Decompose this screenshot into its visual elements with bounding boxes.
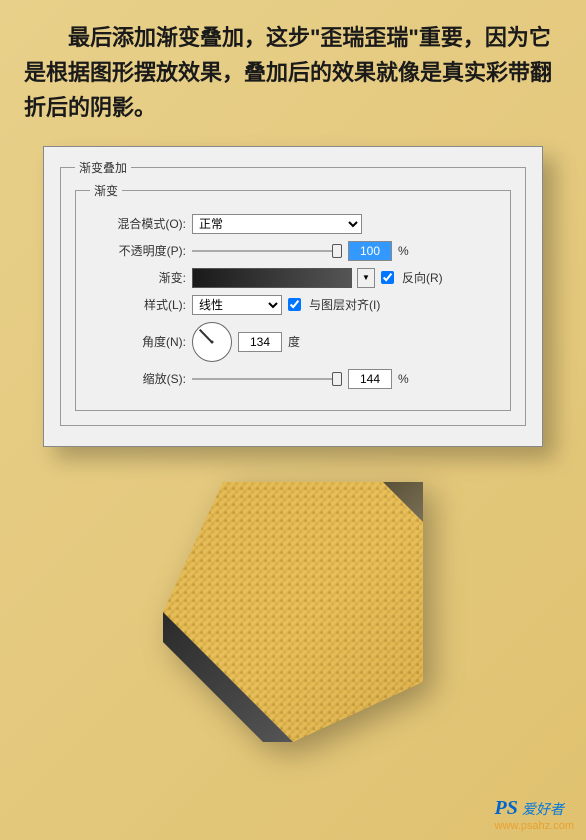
angle-dial[interactable] — [192, 322, 232, 362]
outer-legend: 渐变叠加 — [75, 159, 131, 176]
watermark: PS 爱好者 www.psahz.com — [495, 797, 574, 832]
style-select[interactable]: 线性 — [192, 295, 282, 315]
watermark-cn: 爱好者 — [522, 803, 564, 818]
reverse-label: 反向(R) — [402, 269, 443, 286]
angle-label: 角度(N): — [90, 333, 186, 350]
inner-legend: 渐变 — [90, 182, 122, 199]
opacity-label: 不透明度(P): — [90, 242, 186, 259]
blend-mode-select[interactable]: 正常 — [192, 214, 362, 234]
angle-input[interactable] — [238, 332, 282, 352]
blend-mode-row: 混合模式(O): 正常 — [90, 214, 496, 234]
intro-paragraph: 最后添加渐变叠加，这步"歪瑞歪瑞"重要，因为它是根据图形摆放效果，叠加后的效果就… — [24, 20, 562, 126]
gradient-label: 渐变: — [90, 269, 186, 286]
gradient-dropdown-icon[interactable]: ▼ — [357, 268, 375, 288]
blend-mode-label: 混合模式(O): — [90, 215, 186, 232]
watermark-url: www.psahz.com — [495, 820, 574, 832]
style-row: 样式(L): 线性 与图层对齐(I) — [90, 295, 496, 315]
scale-label: 缩放(S): — [90, 370, 186, 387]
ribbon-svg — [163, 482, 423, 742]
opacity-row: 不透明度(P): % — [90, 241, 496, 261]
gradient-swatch[interactable] — [192, 268, 352, 288]
gradient-row: 渐变: ▼ 反向(R) — [90, 268, 496, 288]
outer-fieldset: 渐变叠加 渐变 混合模式(O): 正常 不透明度(P): — [60, 159, 526, 426]
angle-unit: 度 — [288, 333, 300, 350]
scale-row: 缩放(S): % — [90, 369, 496, 389]
scale-slider[interactable] — [192, 371, 342, 387]
align-label: 与图层对齐(I) — [309, 296, 380, 313]
style-label: 样式(L): — [90, 296, 186, 313]
ribbon-preview — [24, 482, 562, 742]
opacity-input[interactable] — [348, 241, 392, 261]
gradient-overlay-dialog: 渐变叠加 渐变 混合模式(O): 正常 不透明度(P): — [43, 146, 543, 447]
reverse-checkbox[interactable] — [381, 271, 394, 284]
align-checkbox[interactable] — [288, 298, 301, 311]
scale-unit: % — [398, 372, 409, 386]
scale-input[interactable] — [348, 369, 392, 389]
opacity-slider[interactable] — [192, 243, 342, 259]
opacity-unit: % — [398, 244, 409, 258]
angle-row: 角度(N): 度 — [90, 322, 496, 362]
inner-fieldset: 渐变 混合模式(O): 正常 不透明度(P): % — [75, 182, 511, 411]
watermark-ps: PS — [495, 797, 518, 819]
